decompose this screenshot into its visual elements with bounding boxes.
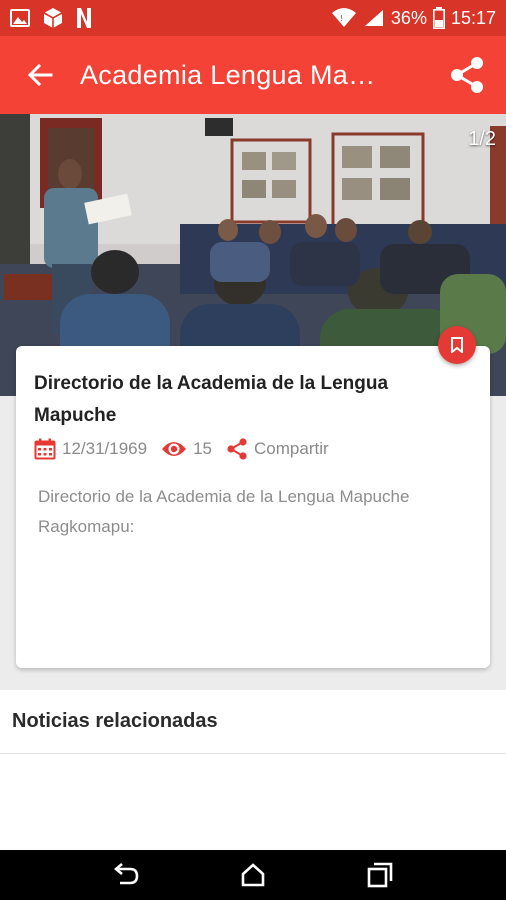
signal-icon: [363, 8, 385, 28]
back-button[interactable]: [0, 36, 80, 114]
calendar-icon: [34, 438, 56, 460]
arrow-left-icon: [27, 63, 53, 87]
battery-percent: 36%: [390, 7, 427, 28]
home-icon: [241, 863, 265, 887]
article-excerpt: Directorio de la Academia de la Lengua M…: [38, 487, 410, 536]
article-meta: 12/31/1969 15 Compartir: [34, 438, 472, 460]
back-icon: [113, 863, 139, 885]
share-button[interactable]: [446, 54, 488, 96]
nav-home-button[interactable]: [237, 859, 269, 891]
app-bar: Academia Lengua Mapuche: [0, 36, 506, 114]
navigation-bar: [0, 850, 506, 900]
eye-icon: [162, 442, 187, 456]
box-icon: [42, 7, 64, 29]
wifi-icon: !: [331, 7, 357, 29]
article-headline: Directorio de la Academia de la Lengua M…: [34, 373, 389, 426]
share-link[interactable]: Compartir: [226, 438, 329, 460]
bookmark-button[interactable]: [438, 326, 476, 364]
share-icon: [451, 57, 483, 93]
status-bar: ! 36% 15:17: [0, 0, 506, 36]
image-icon: [10, 9, 30, 27]
svg-text:!: !: [340, 14, 343, 23]
views-group: 15: [161, 439, 212, 459]
recents-icon: [367, 862, 393, 888]
article-card: Directorio de la Academia de la Lengua M…: [16, 346, 490, 668]
related-news-section: Noticias relacionadas: [0, 690, 506, 850]
related-news-heading: Noticias relacionadas: [0, 690, 506, 754]
article-date: 12/31/1969: [62, 439, 148, 458]
battery-icon: [432, 7, 445, 29]
nav-recents-button[interactable]: [364, 859, 396, 891]
date-group: 12/31/1969: [34, 438, 147, 460]
bookmark-icon: [451, 337, 463, 353]
gallery-counter: 1/2: [468, 128, 496, 150]
clock: 15:17: [450, 7, 496, 28]
page-title: Academia Lengua Mapuche: [80, 59, 390, 90]
netflix-icon: [76, 7, 92, 29]
view-count: 15: [193, 439, 213, 458]
share-label: Compartir: [254, 439, 329, 458]
nav-back-button[interactable]: [110, 859, 142, 891]
share-icon: [227, 438, 247, 460]
